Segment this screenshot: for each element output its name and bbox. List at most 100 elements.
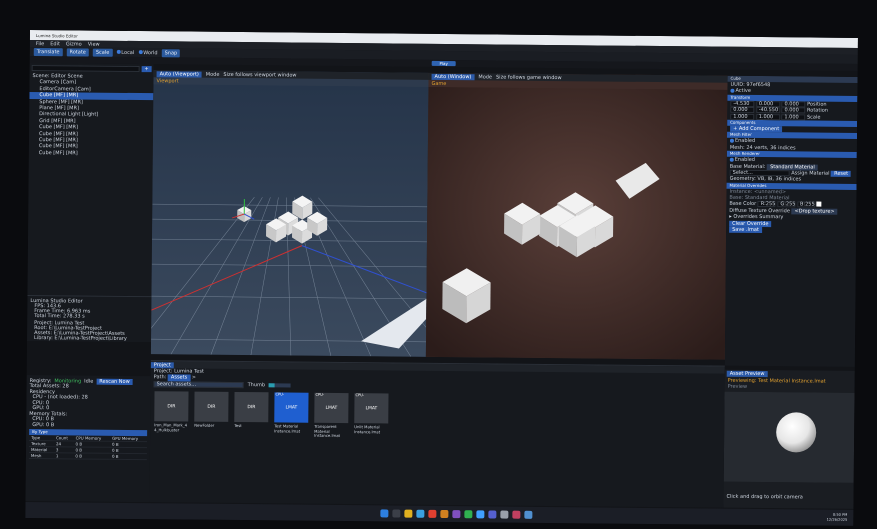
menu-edit[interactable]: Edit <box>50 41 60 47</box>
thumb-size-slider[interactable] <box>269 383 292 388</box>
registry-panel: Registry: Monitoring Idle Rescan Now Tot… <box>25 374 151 503</box>
game-panel[interactable]: Auto (Window) Mode Size follows game win… <box>425 72 728 360</box>
asset-item[interactable]: CPU- LMAT Transparent Material Instance.lm… <box>314 392 350 439</box>
hierarchy-search-input[interactable] <box>31 65 140 73</box>
viewport-resolution-dropdown[interactable]: Auto (Viewport) <box>156 70 202 78</box>
table-cell: Mesh <box>28 452 54 459</box>
asset-item[interactable]: DIR NewFolder <box>194 391 230 429</box>
reset-button[interactable]: Reset <box>831 170 852 178</box>
asset-item[interactable]: DIR Test <box>234 392 270 429</box>
thumbnail-label: LMAT <box>365 405 378 412</box>
clock-date: 12/26/2025 <box>826 517 848 522</box>
rotation-z-field[interactable]: 0.000 <box>781 107 806 114</box>
table-cell: 1 <box>53 452 74 460</box>
base-color-b-field[interactable]: B:255 <box>796 201 815 209</box>
project-panel: Project Project: Lumina Test Path: Asset… <box>149 360 725 508</box>
base-color-swatch[interactable] <box>816 202 822 208</box>
spotify-icon[interactable] <box>464 510 473 519</box>
local-radio[interactable]: Local <box>116 49 134 56</box>
by-type-table: Type Count CPU Memory GPU Memory Texture… <box>28 435 148 460</box>
asset-label: Unlit Material Instance.lmat <box>354 424 381 435</box>
rotation-y-field[interactable]: -40.550 <box>755 107 780 114</box>
scale-z-field[interactable]: 1.000 <box>781 113 806 121</box>
clock[interactable]: 8:50 PM 12/26/2025 <box>827 513 848 522</box>
assign-material-button[interactable]: Assign Material <box>791 170 829 176</box>
edge-icon[interactable] <box>416 509 425 518</box>
folder-thumbnail: DIR <box>154 391 189 422</box>
viewport-mode-label: Mode <box>205 71 220 78</box>
slider-handle[interactable] <box>269 383 276 388</box>
asset-preview-tab[interactable]: Asset Preview <box>726 370 768 378</box>
viewport-size-text: Size follows viewport window <box>223 71 297 79</box>
asset-item[interactable]: CPU- LMAT Unlit Material Instance.lmat <box>354 393 390 434</box>
world-radio[interactable]: World <box>138 49 158 56</box>
enabled-label: Enabled <box>734 138 756 145</box>
app-icon[interactable] <box>524 510 533 519</box>
hierarchy-list: Scene: Editor Scene Camera [Cam] EditorCam… <box>29 73 154 157</box>
folder-thumbnail: DIR <box>234 392 269 423</box>
base-color-r-field[interactable]: R:255 <box>757 201 776 208</box>
position-y-field[interactable]: 0.000 <box>755 100 780 107</box>
asset-label: Iron_Man_Mark_4 4_Hulkbuster <box>154 422 188 433</box>
discord-icon[interactable] <box>488 510 497 519</box>
table-row: Mesh 1 0 B 0 B <box>28 452 147 460</box>
radio-icon <box>138 50 143 55</box>
material-thumbnail: CPU- LMAT <box>354 393 389 424</box>
rotation-label: Rotation <box>807 107 828 114</box>
rotate-button[interactable]: Rotate <box>66 47 89 57</box>
radio-icon <box>116 49 121 54</box>
viewport-panel[interactable]: Auto (Viewport) Mode Size follows viewpo… <box>150 70 429 357</box>
app-icon[interactable] <box>500 510 509 519</box>
add-entity-button[interactable]: + <box>141 66 152 73</box>
app-icon[interactable] <box>512 510 521 519</box>
thumbnail-label: DIR <box>207 404 216 410</box>
checkbox-icon <box>729 157 734 162</box>
path-label: Path: <box>153 374 167 381</box>
drop-texture-slot[interactable]: <Drop texture> <box>791 208 838 216</box>
asset-search-input[interactable]: Search assets... <box>153 381 244 389</box>
snap-button[interactable]: Snap <box>161 48 181 57</box>
base-color-label: Base Color <box>729 201 757 208</box>
position-z-field[interactable]: 0.000 <box>781 100 806 108</box>
visual-studio-icon[interactable] <box>452 510 461 519</box>
file-explorer-icon[interactable] <box>404 509 413 518</box>
hierarchy-panel: + Scene: Editor Scene Camera [Cam] EditorC… <box>27 62 154 297</box>
menu-gizmo[interactable]: Gizmo <box>66 41 82 47</box>
blender-icon[interactable] <box>440 509 449 519</box>
library-path-text: Library: E:\Lumina-TestProject\Library <box>34 335 127 342</box>
translate-button[interactable]: Translate <box>33 47 63 56</box>
preview-sphere <box>776 412 817 453</box>
scale-y-field[interactable]: 1.000 <box>755 113 780 120</box>
project-tab[interactable]: Project <box>150 361 174 368</box>
base-color-g-field[interactable]: G:255 <box>777 201 796 208</box>
world-label: World <box>143 49 158 56</box>
play-button[interactable]: Play <box>431 60 456 67</box>
game-view[interactable] <box>425 86 728 360</box>
chrome-icon[interactable] <box>428 509 437 518</box>
scene-view[interactable] <box>150 84 429 357</box>
table-cell: 0 B <box>73 453 110 460</box>
scale-button[interactable]: Scale <box>92 48 113 57</box>
hierarchy-item[interactable]: Cube [MF] [MR] <box>29 150 153 158</box>
asset-tag: CPU- <box>355 393 365 398</box>
save-lmat-button[interactable]: Save .lmat <box>729 226 762 234</box>
scale-x-field[interactable]: 1.000 <box>730 113 755 120</box>
enabled-label: Enabled <box>734 156 756 164</box>
folder-thumbnail: DIR <box>194 391 229 423</box>
search-icon[interactable] <box>392 509 401 518</box>
editor-area: + Scene: Editor Scene Camera [Cam] EditorC… <box>25 62 858 526</box>
game-size-text: Size follows game window <box>495 73 562 81</box>
position-x-field[interactable]: -4.530 <box>730 100 755 107</box>
app-icon[interactable] <box>476 510 485 519</box>
windows-start-icon[interactable] <box>380 509 389 518</box>
asset-item[interactable]: DIR Iron_Man_Mark_4 4_Hulkbuster <box>154 391 190 432</box>
game-resolution-dropdown[interactable]: Auto (Window) <box>431 73 475 80</box>
asset-grid: DIR Iron_Man_Mark_4 4_Hulkbuster DIR NewFol… <box>154 391 725 476</box>
rotation-x-field[interactable]: 0.000 <box>730 106 755 114</box>
editor-window: Lumina Studio Editor File Edit Gizmo Vie… <box>25 30 858 526</box>
menu-file[interactable]: File <box>36 41 44 47</box>
asset-item[interactable]: CPU- LMAT Test Material Instance.lmat <box>274 392 310 434</box>
preview-canvas[interactable] <box>723 391 855 483</box>
rescan-button[interactable]: Rescan Now <box>96 378 133 385</box>
menu-view[interactable]: View <box>88 41 100 47</box>
